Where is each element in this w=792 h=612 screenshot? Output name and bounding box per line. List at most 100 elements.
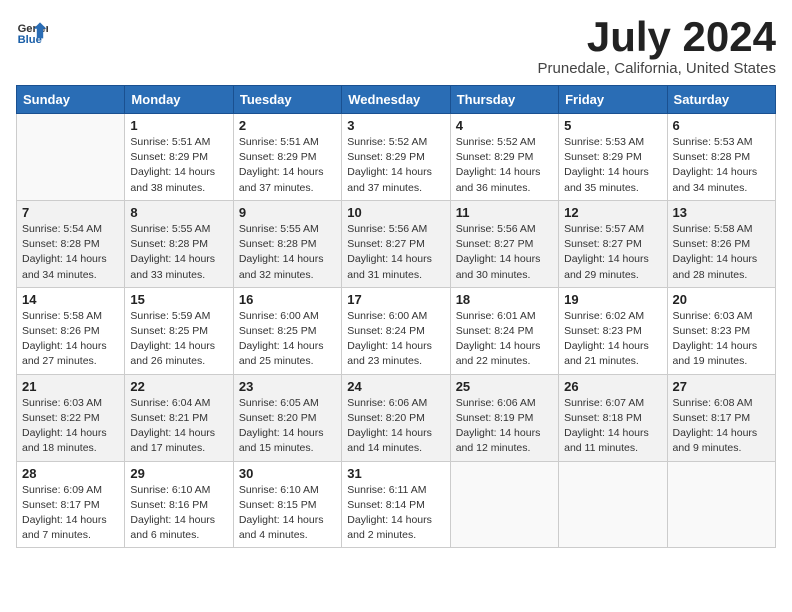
month-title: July 2024 bbox=[538, 16, 776, 58]
day-number: 23 bbox=[239, 379, 336, 394]
calendar-day-cell: 4 Sunrise: 5:52 AMSunset: 8:29 PMDaylight… bbox=[450, 114, 558, 201]
day-info: Sunrise: 5:54 AMSunset: 8:28 PMDaylight:… bbox=[22, 222, 119, 283]
page-header: General Blue July 2024 Prunedale, Califo… bbox=[16, 16, 776, 77]
calendar-day-cell: 27 Sunrise: 6:08 AMSunset: 8:17 PMDayligh… bbox=[667, 374, 775, 461]
calendar-day-cell: 24Sunrise: 6:06 AMSunset: 8:20 PMDayligh… bbox=[342, 374, 450, 461]
calendar-day-cell: 12 Sunrise: 5:57 AMSunset: 8:27 PMDayligh… bbox=[559, 200, 667, 287]
header-cell-monday: Monday bbox=[125, 86, 233, 114]
day-number: 8 bbox=[130, 205, 227, 220]
calendar-week-row: 1 Sunrise: 5:51 AMSunset: 8:29 PMDaylight… bbox=[17, 114, 776, 201]
day-number: 21 bbox=[22, 379, 119, 394]
calendar-body: 1 Sunrise: 5:51 AMSunset: 8:29 PMDaylight… bbox=[17, 114, 776, 548]
calendar-day-cell: 17Sunrise: 6:00 AMSunset: 8:24 PMDayligh… bbox=[342, 287, 450, 374]
day-number: 12 bbox=[564, 205, 661, 220]
day-info: Sunrise: 6:04 AMSunset: 8:21 PMDaylight:… bbox=[130, 396, 227, 457]
header-row: SundayMondayTuesdayWednesdayThursdayFrid… bbox=[17, 86, 776, 114]
day-info: Sunrise: 6:10 AMSunset: 8:15 PMDaylight:… bbox=[239, 483, 336, 544]
day-number: 2 bbox=[239, 118, 336, 133]
day-info: Sunrise: 6:01 AMSunset: 8:24 PMDaylight:… bbox=[456, 309, 553, 370]
calendar-day-cell: 19Sunrise: 6:02 AMSunset: 8:23 PMDayligh… bbox=[559, 287, 667, 374]
calendar-day-cell bbox=[559, 461, 667, 548]
calendar-day-cell: 31 Sunrise: 6:11 AMSunset: 8:14 PMDayligh… bbox=[342, 461, 450, 548]
day-info: Sunrise: 5:52 AMSunset: 8:29 PMDaylight:… bbox=[347, 135, 444, 196]
calendar-day-cell: 28Sunrise: 6:09 AMSunset: 8:17 PMDayligh… bbox=[17, 461, 125, 548]
day-number: 19 bbox=[564, 292, 661, 307]
location-subtitle: Prunedale, California, United States bbox=[538, 60, 776, 77]
calendar-day-cell: 20 Sunrise: 6:03 AMSunset: 8:23 PMDayligh… bbox=[667, 287, 775, 374]
calendar-day-cell: 26Sunrise: 6:07 AMSunset: 8:18 PMDayligh… bbox=[559, 374, 667, 461]
day-number: 27 bbox=[673, 379, 770, 394]
calendar-day-cell: 18 Sunrise: 6:01 AMSunset: 8:24 PMDayligh… bbox=[450, 287, 558, 374]
svg-text:General: General bbox=[18, 23, 48, 35]
day-number: 20 bbox=[673, 292, 770, 307]
calendar-day-cell bbox=[17, 114, 125, 201]
day-info: Sunrise: 5:55 AMSunset: 8:28 PMDaylight:… bbox=[130, 222, 227, 283]
logo: General Blue bbox=[16, 16, 48, 48]
day-number: 18 bbox=[456, 292, 553, 307]
day-number: 6 bbox=[673, 118, 770, 133]
calendar-day-cell: 3Sunrise: 5:52 AMSunset: 8:29 PMDaylight… bbox=[342, 114, 450, 201]
day-number: 30 bbox=[239, 466, 336, 481]
calendar-day-cell: 7 Sunrise: 5:54 AMSunset: 8:28 PMDaylight… bbox=[17, 200, 125, 287]
calendar-day-cell: 16 Sunrise: 6:00 AMSunset: 8:25 PMDayligh… bbox=[233, 287, 341, 374]
header-cell-wednesday: Wednesday bbox=[342, 86, 450, 114]
day-number: 1 bbox=[130, 118, 227, 133]
calendar-week-row: 21Sunrise: 6:03 AMSunset: 8:22 PMDayligh… bbox=[17, 374, 776, 461]
day-info: Sunrise: 5:51 AMSunset: 8:29 PMDaylight:… bbox=[239, 135, 336, 196]
calendar-day-cell: 15 Sunrise: 5:59 AMSunset: 8:25 PMDayligh… bbox=[125, 287, 233, 374]
calendar-day-cell: 21Sunrise: 6:03 AMSunset: 8:22 PMDayligh… bbox=[17, 374, 125, 461]
calendar-day-cell: 1 Sunrise: 5:51 AMSunset: 8:29 PMDaylight… bbox=[125, 114, 233, 201]
header-cell-friday: Friday bbox=[559, 86, 667, 114]
day-info: Sunrise: 5:52 AMSunset: 8:29 PMDaylight:… bbox=[456, 135, 553, 196]
calendar-day-cell: 22 Sunrise: 6:04 AMSunset: 8:21 PMDayligh… bbox=[125, 374, 233, 461]
day-info: Sunrise: 5:53 AMSunset: 8:29 PMDaylight:… bbox=[564, 135, 661, 196]
calendar-day-cell: 29 Sunrise: 6:10 AMSunset: 8:16 PMDayligh… bbox=[125, 461, 233, 548]
calendar-day-cell: 14Sunrise: 5:58 AMSunset: 8:26 PMDayligh… bbox=[17, 287, 125, 374]
day-number: 25 bbox=[456, 379, 553, 394]
calendar-week-row: 28Sunrise: 6:09 AMSunset: 8:17 PMDayligh… bbox=[17, 461, 776, 548]
day-info: Sunrise: 6:03 AMSunset: 8:23 PMDaylight:… bbox=[673, 309, 770, 370]
day-info: Sunrise: 5:51 AMSunset: 8:29 PMDaylight:… bbox=[130, 135, 227, 196]
day-info: Sunrise: 6:00 AMSunset: 8:24 PMDaylight:… bbox=[347, 309, 444, 370]
header-cell-sunday: Sunday bbox=[17, 86, 125, 114]
day-info: Sunrise: 5:57 AMSunset: 8:27 PMDaylight:… bbox=[564, 222, 661, 283]
day-number: 4 bbox=[456, 118, 553, 133]
day-info: Sunrise: 5:55 AMSunset: 8:28 PMDaylight:… bbox=[239, 222, 336, 283]
calendar-table: SundayMondayTuesdayWednesdayThursdayFrid… bbox=[16, 85, 776, 548]
day-number: 14 bbox=[22, 292, 119, 307]
day-info: Sunrise: 5:53 AMSunset: 8:28 PMDaylight:… bbox=[673, 135, 770, 196]
day-info: Sunrise: 6:08 AMSunset: 8:17 PMDaylight:… bbox=[673, 396, 770, 457]
day-number: 10 bbox=[347, 205, 444, 220]
calendar-day-cell: 5Sunrise: 5:53 AMSunset: 8:29 PMDaylight… bbox=[559, 114, 667, 201]
day-info: Sunrise: 5:56 AMSunset: 8:27 PMDaylight:… bbox=[347, 222, 444, 283]
calendar-day-cell: 30 Sunrise: 6:10 AMSunset: 8:15 PMDayligh… bbox=[233, 461, 341, 548]
logo-icon: General Blue bbox=[16, 16, 48, 48]
title-area: July 2024 Prunedale, California, United … bbox=[538, 16, 776, 77]
day-number: 31 bbox=[347, 466, 444, 481]
day-number: 9 bbox=[239, 205, 336, 220]
calendar-day-cell: 11Sunrise: 5:56 AMSunset: 8:27 PMDayligh… bbox=[450, 200, 558, 287]
day-info: Sunrise: 6:00 AMSunset: 8:25 PMDaylight:… bbox=[239, 309, 336, 370]
calendar-day-cell: 6 Sunrise: 5:53 AMSunset: 8:28 PMDaylight… bbox=[667, 114, 775, 201]
calendar-day-cell bbox=[667, 461, 775, 548]
day-number: 15 bbox=[130, 292, 227, 307]
day-number: 29 bbox=[130, 466, 227, 481]
calendar-day-cell: 8 Sunrise: 5:55 AMSunset: 8:28 PMDaylight… bbox=[125, 200, 233, 287]
calendar-week-row: 7 Sunrise: 5:54 AMSunset: 8:28 PMDaylight… bbox=[17, 200, 776, 287]
header-cell-tuesday: Tuesday bbox=[233, 86, 341, 114]
day-info: Sunrise: 6:05 AMSunset: 8:20 PMDaylight:… bbox=[239, 396, 336, 457]
day-info: Sunrise: 5:59 AMSunset: 8:25 PMDaylight:… bbox=[130, 309, 227, 370]
day-number: 28 bbox=[22, 466, 119, 481]
header-cell-saturday: Saturday bbox=[667, 86, 775, 114]
day-number: 13 bbox=[673, 205, 770, 220]
day-number: 16 bbox=[239, 292, 336, 307]
calendar-day-cell: 2 Sunrise: 5:51 AMSunset: 8:29 PMDaylight… bbox=[233, 114, 341, 201]
calendar-day-cell: 13Sunrise: 5:58 AMSunset: 8:26 PMDayligh… bbox=[667, 200, 775, 287]
calendar-day-cell: 25Sunrise: 6:06 AMSunset: 8:19 PMDayligh… bbox=[450, 374, 558, 461]
day-info: Sunrise: 5:56 AMSunset: 8:27 PMDaylight:… bbox=[456, 222, 553, 283]
day-info: Sunrise: 6:10 AMSunset: 8:16 PMDaylight:… bbox=[130, 483, 227, 544]
day-number: 7 bbox=[22, 205, 119, 220]
day-number: 22 bbox=[130, 379, 227, 394]
calendar-week-row: 14Sunrise: 5:58 AMSunset: 8:26 PMDayligh… bbox=[17, 287, 776, 374]
day-info: Sunrise: 6:11 AMSunset: 8:14 PMDaylight:… bbox=[347, 483, 444, 544]
